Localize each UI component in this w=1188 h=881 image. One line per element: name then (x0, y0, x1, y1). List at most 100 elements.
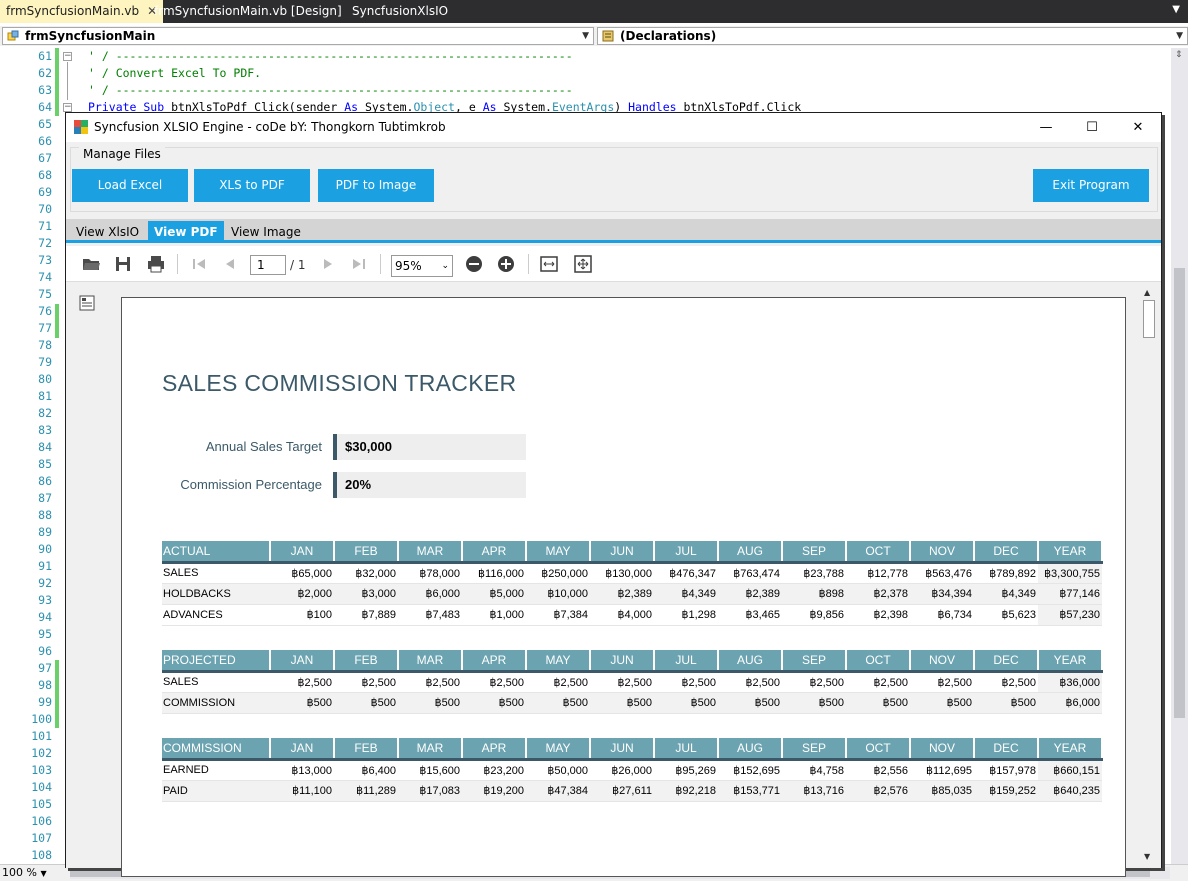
table-section-header: ACTUAL (162, 541, 271, 564)
chevron-down-icon[interactable]: ⌄ (441, 256, 449, 276)
line-number: 91 (38, 559, 52, 573)
table-cell: ฿2,389 (590, 583, 654, 605)
toolbar-separator (528, 254, 529, 274)
table-cell: ฿57,230 (1038, 604, 1102, 626)
maximize-button[interactable]: ☐ (1069, 113, 1115, 142)
row-label: EARNED (162, 759, 270, 781)
month-header: DEC (974, 738, 1039, 761)
load-excel-button[interactable]: Load Excel (72, 169, 188, 202)
collapse-icon[interactable]: − (63, 52, 72, 61)
tab-view-pdf[interactable]: View PDF (148, 221, 224, 243)
tab-view-xlsio[interactable]: View XlsIO (70, 221, 145, 243)
month-header: SEP (782, 738, 847, 761)
table-cell: ฿78,000 (398, 562, 462, 584)
table-cell: ฿13,000 (270, 759, 334, 781)
row-label: SALES (162, 562, 270, 584)
pdf-vertical-scrollbar[interactable]: ▲ ▼ (1141, 286, 1157, 864)
month-header: MAY (526, 650, 591, 673)
line-number: 73 (38, 253, 52, 267)
table-cell: ฿36,000 (1038, 671, 1102, 693)
table-cell: ฿3,300,755 (1038, 562, 1102, 584)
line-number: 97 (38, 661, 52, 675)
last-page-icon[interactable] (350, 255, 368, 273)
ide-tab-main-vb[interactable]: frmSyncfusionMain.vb ✕ (0, 0, 164, 23)
fit-width-icon[interactable] (540, 255, 558, 273)
table-cell: ฿34,394 (910, 583, 974, 605)
class-combo[interactable]: frmSyncfusionMain ▼ (2, 27, 594, 45)
table-cell: ฿500 (910, 692, 974, 714)
code-editor[interactable]: ' / ------------------------------------… (80, 48, 1170, 118)
open-folder-icon[interactable] (82, 255, 100, 273)
table-cell: ฿2,576 (846, 780, 910, 802)
window-title: Syncfusion XLSIO Engine - coDe bY: Thong… (94, 120, 446, 134)
fold-guide (67, 62, 68, 100)
declarations-icon (602, 30, 614, 42)
zoom-out-icon[interactable] (465, 255, 483, 273)
zoom-dropdown[interactable]: 95% ⌄ (391, 255, 453, 277)
editor-vertical-scrollbar[interactable]: ⇕ (1171, 48, 1188, 864)
collapse-icon[interactable]: − (63, 103, 72, 112)
month-header: SEP (782, 650, 847, 673)
table-row: EARNED ฿13,000 ฿6,400 ฿15,600 ฿23,200 ฿50,000… (162, 759, 1102, 781)
exit-program-button[interactable]: Exit Program (1033, 169, 1149, 202)
table-cell: ฿640,235 (1038, 780, 1102, 802)
table-cell: ฿763,474 (718, 562, 782, 584)
first-page-icon[interactable] (190, 255, 208, 273)
row-label: PAID (162, 780, 270, 802)
scroll-thumb[interactable] (1174, 268, 1185, 718)
member-combo-value: (Declarations) (620, 29, 717, 43)
tab-view-image[interactable]: View Image (225, 221, 307, 243)
bookmarks-icon[interactable] (79, 295, 95, 311)
scroll-thumb[interactable] (1143, 300, 1155, 338)
next-page-icon[interactable] (319, 255, 337, 273)
table-cell: ฿3,465 (718, 604, 782, 626)
xls-to-pdf-button[interactable]: XLS to PDF (194, 169, 310, 202)
toolbar-separator (177, 254, 178, 274)
month-header: JUL (654, 650, 719, 673)
manage-files-group: Manage Files Load Excel XLS to PDF PDF t… (70, 147, 1158, 212)
zoom-select[interactable]: 100 % ▼ (2, 866, 60, 881)
ide-tab-xlsio[interactable]: SyncfusionXlsIO (346, 0, 454, 23)
chevron-down-icon[interactable]: ▼ (582, 28, 589, 44)
table-cell: ฿26,000 (590, 759, 654, 781)
month-header: JUN (590, 650, 655, 673)
table-cell: ฿500 (846, 692, 910, 714)
scroll-up-icon[interactable]: ▲ (1144, 288, 1150, 297)
line-number: 72 (38, 236, 52, 250)
table-cell: ฿2,500 (270, 671, 334, 693)
table-cell: ฿50,000 (526, 759, 590, 781)
scroll-down-icon[interactable]: ▼ (1144, 852, 1150, 861)
member-combo[interactable]: (Declarations) ▼ (597, 27, 1188, 45)
table-cell: ฿500 (334, 692, 398, 714)
ide-tab-strip: frmSyncfusionMain.vb ✕ frmSyncfusionMain.… (0, 0, 1188, 23)
actual-table: ACTUAL JAN FEB MAR APR MAY JUN JUL AUG SEP OCT NOV D… (162, 541, 1103, 626)
row-label: HOLDBACKS (162, 583, 270, 605)
pdf-to-image-button[interactable]: PDF to Image (318, 169, 434, 202)
month-header: YEAR (1038, 738, 1103, 761)
fit-page-icon[interactable] (574, 255, 592, 273)
close-button[interactable]: ✕ (1115, 113, 1161, 142)
table-cell: ฿500 (974, 692, 1038, 714)
page-number-input[interactable]: 1 (250, 255, 286, 275)
chevron-down-icon[interactable]: ▼ (40, 869, 46, 878)
ide-tab-design[interactable]: frmSyncfusionMain.vb [Design] (148, 0, 348, 23)
table-cell: ฿2,500 (590, 671, 654, 693)
split-icon[interactable]: ⇕ (1175, 50, 1183, 60)
line-number: 100 (31, 712, 52, 726)
previous-page-icon[interactable] (221, 255, 239, 273)
minimize-button[interactable]: — (1023, 113, 1069, 142)
chevron-down-icon[interactable]: ▼ (1176, 28, 1183, 44)
pdf-viewer[interactable]: SALES COMMISSION TRACKER Annual Sales Ta… (66, 283, 1161, 877)
table-cell: ฿95,269 (654, 759, 718, 781)
chevron-down-icon[interactable]: ▼ (1172, 4, 1180, 15)
table-cell: ฿250,000 (526, 562, 590, 584)
line-number: 101 (31, 729, 52, 743)
save-icon[interactable] (114, 255, 132, 273)
month-header: APR (462, 650, 527, 673)
print-icon[interactable] (147, 255, 165, 273)
document-title: SALES COMMISSION TRACKER (162, 370, 517, 396)
table-section-header: COMMISSION (162, 738, 271, 761)
title-bar[interactable]: Syncfusion XLSIO Engine - coDe bY: Thong… (66, 113, 1161, 142)
zoom-in-icon[interactable] (497, 255, 515, 273)
annual-sales-target-label: Annual Sales Target (205, 439, 322, 454)
